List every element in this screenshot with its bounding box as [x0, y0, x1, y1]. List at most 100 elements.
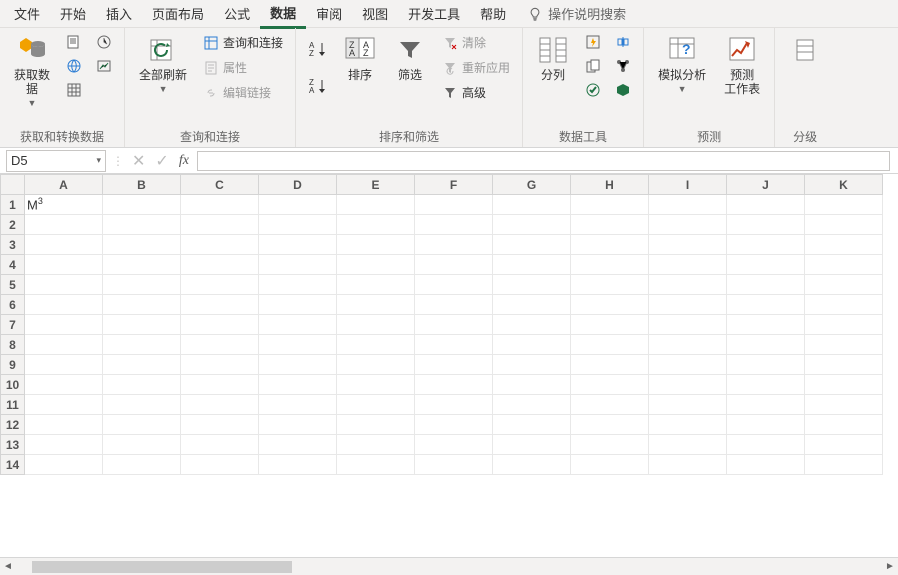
row-header[interactable]: 5 [1, 275, 25, 295]
cell[interactable] [727, 455, 805, 475]
consolidate-button[interactable] [611, 32, 635, 52]
cell[interactable] [181, 435, 259, 455]
cell[interactable] [571, 335, 649, 355]
cell[interactable] [25, 355, 103, 375]
cell[interactable] [649, 335, 727, 355]
cell[interactable] [415, 335, 493, 355]
tab-layout[interactable]: 页面布局 [142, 0, 214, 27]
cell[interactable] [181, 335, 259, 355]
relationships-button[interactable] [611, 56, 635, 76]
cell[interactable] [25, 415, 103, 435]
cell[interactable] [493, 375, 571, 395]
tab-home[interactable]: 开始 [50, 0, 96, 27]
cell[interactable] [805, 335, 883, 355]
cell[interactable] [337, 435, 415, 455]
cell[interactable] [181, 255, 259, 275]
cell[interactable] [415, 355, 493, 375]
cell[interactable] [805, 275, 883, 295]
cell[interactable] [25, 375, 103, 395]
fx-icon[interactable]: fx [179, 153, 189, 169]
scroll-thumb[interactable] [32, 561, 292, 573]
col-header[interactable]: K [805, 175, 883, 195]
col-header[interactable]: I [649, 175, 727, 195]
cell[interactable] [649, 395, 727, 415]
cell[interactable] [259, 375, 337, 395]
cell[interactable] [571, 415, 649, 435]
cell[interactable] [259, 315, 337, 335]
data-model-button[interactable] [611, 80, 635, 100]
sort-asc-button[interactable]: AZ [304, 38, 332, 60]
cell[interactable] [571, 315, 649, 335]
group-button[interactable] [783, 32, 827, 68]
cell[interactable] [415, 275, 493, 295]
row-header[interactable]: 2 [1, 215, 25, 235]
forecast-sheet-button[interactable]: 预测 工作表 [718, 32, 766, 98]
row-header[interactable]: 7 [1, 315, 25, 335]
whatif-button[interactable]: ? 模拟分析 ▼ [652, 32, 712, 96]
cell[interactable] [571, 375, 649, 395]
cell[interactable] [493, 415, 571, 435]
cell[interactable] [415, 415, 493, 435]
cell[interactable] [415, 375, 493, 395]
cell[interactable] [103, 295, 181, 315]
cell[interactable] [571, 275, 649, 295]
cell[interactable] [415, 315, 493, 335]
edit-links-button[interactable]: 编辑链接 [199, 82, 287, 103]
cell[interactable] [805, 455, 883, 475]
cell[interactable] [103, 255, 181, 275]
sort-desc-button[interactable]: ZA [304, 75, 332, 97]
cell[interactable] [571, 435, 649, 455]
clear-button[interactable]: 清除 [438, 32, 514, 53]
properties-button[interactable]: 属性 [199, 57, 287, 78]
cell[interactable] [337, 275, 415, 295]
cell[interactable] [259, 435, 337, 455]
col-header[interactable]: J [727, 175, 805, 195]
reapply-button[interactable]: 重新应用 [438, 57, 514, 78]
name-box[interactable]: D5 ▾ [6, 150, 106, 172]
cell[interactable] [571, 395, 649, 415]
cell[interactable] [337, 415, 415, 435]
cell[interactable] [727, 215, 805, 235]
select-all-corner[interactable] [1, 175, 25, 195]
cell[interactable] [649, 455, 727, 475]
col-header[interactable]: D [259, 175, 337, 195]
cell[interactable] [571, 255, 649, 275]
cell[interactable] [805, 415, 883, 435]
from-table-button[interactable] [62, 80, 86, 100]
flash-fill-button[interactable] [581, 32, 605, 52]
col-header[interactable]: C [181, 175, 259, 195]
tell-me-search[interactable]: 操作说明搜索 [528, 4, 626, 23]
row-header[interactable]: 10 [1, 375, 25, 395]
col-header[interactable]: G [493, 175, 571, 195]
row-header[interactable]: 9 [1, 355, 25, 375]
cell[interactable] [103, 395, 181, 415]
cell[interactable] [493, 295, 571, 315]
cell[interactable] [259, 355, 337, 375]
cell[interactable] [415, 435, 493, 455]
cell[interactable] [181, 395, 259, 415]
cell[interactable] [181, 355, 259, 375]
cell[interactable] [25, 295, 103, 315]
cell[interactable] [727, 435, 805, 455]
tab-review[interactable]: 审阅 [306, 0, 352, 27]
cell[interactable] [337, 395, 415, 415]
cell[interactable] [649, 415, 727, 435]
cell[interactable] [727, 415, 805, 435]
cell[interactable] [181, 215, 259, 235]
row-header[interactable]: 3 [1, 235, 25, 255]
refresh-all-button[interactable]: 全部刷新 ▼ [133, 32, 193, 96]
cell[interactable] [649, 255, 727, 275]
cell[interactable] [727, 335, 805, 355]
cell[interactable] [571, 455, 649, 475]
cell[interactable] [415, 255, 493, 275]
cell[interactable] [181, 275, 259, 295]
cell[interactable] [727, 275, 805, 295]
scroll-left-icon[interactable]: ◄ [0, 559, 16, 575]
cell[interactable] [805, 395, 883, 415]
cell[interactable] [493, 335, 571, 355]
cell[interactable] [259, 335, 337, 355]
cell[interactable] [103, 335, 181, 355]
cell[interactable] [103, 375, 181, 395]
cell[interactable] [493, 435, 571, 455]
cell[interactable] [337, 215, 415, 235]
